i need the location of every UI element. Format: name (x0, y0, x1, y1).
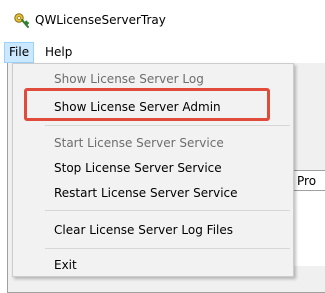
menu-separator (45, 125, 290, 126)
list-column-header[interactable]: Pro (292, 170, 325, 191)
menu-item-clear-license-server-log-files[interactable]: Clear License Server Log Files (13, 218, 293, 242)
window-title: QWLicenseServerTray (35, 13, 166, 27)
menu-item-exit[interactable]: Exit (13, 253, 293, 277)
menu-bar: File Help (0, 42, 325, 63)
file-menu[interactable]: File (4, 42, 35, 63)
title-bar: QWLicenseServerTray (0, 0, 325, 42)
column-header-label: Pro (297, 174, 317, 188)
menu-separator (45, 248, 290, 249)
menu-item-start-license-server-service: Start License Server Service (54, 136, 224, 150)
menu-separator (45, 210, 290, 211)
help-menu[interactable]: Help (40, 42, 77, 63)
menu-item-stop-license-server-service[interactable]: Stop License Server Service (13, 156, 293, 180)
highlight-annotation-box (24, 88, 270, 121)
key-icon (13, 12, 31, 30)
menu-item-restart-license-server-service[interactable]: Restart License Server Service (13, 181, 293, 205)
list-view[interactable] (292, 191, 325, 266)
